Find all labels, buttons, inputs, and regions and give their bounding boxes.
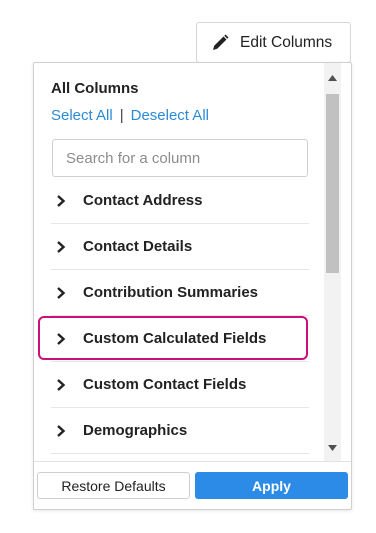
triangle-up-icon <box>328 74 337 81</box>
group-label: Custom Contact Fields <box>83 376 247 393</box>
selection-links: Select All | Deselect All <box>51 107 209 124</box>
column-search-input[interactable] <box>52 139 308 177</box>
select-all-link[interactable]: Select All <box>51 107 113 124</box>
group-contact-details[interactable]: Contact Details <box>51 224 309 270</box>
link-separator: | <box>119 107 124 124</box>
group-label: Custom Calculated Fields <box>83 330 267 347</box>
chevron-right-icon <box>57 286 66 299</box>
column-list-area: All Columns Select All | Deselect All Cont… <box>34 63 324 461</box>
group-contact-address[interactable]: Contact Address <box>51 178 309 224</box>
column-group-list: Contact Address Contact Details Contribu… <box>38 178 309 454</box>
group-label: Contact Address <box>83 192 203 209</box>
edit-columns-button[interactable]: Edit Columns <box>196 22 351 63</box>
panel-footer: Restore Defaults Apply <box>34 461 351 509</box>
scrollbar-thumb[interactable] <box>326 94 339 273</box>
pencil-icon <box>213 34 229 50</box>
group-label: Contribution Summaries <box>83 284 259 301</box>
restore-defaults-button[interactable]: Restore Defaults <box>37 472 190 499</box>
group-contribution-summaries[interactable]: Contribution Summaries <box>51 270 309 316</box>
chevron-right-icon <box>57 424 66 437</box>
triangle-down-icon <box>328 444 337 451</box>
vertical-scrollbar[interactable] <box>324 63 341 461</box>
scroll-up-button[interactable] <box>324 69 341 86</box>
scroll-down-button[interactable] <box>324 439 341 456</box>
column-chooser-panel: All Columns Select All | Deselect All Cont… <box>33 62 352 510</box>
group-label: Demographics <box>83 422 188 439</box>
chevron-right-icon <box>57 194 66 207</box>
chevron-right-icon <box>57 332 66 345</box>
apply-button[interactable]: Apply <box>195 472 348 499</box>
group-demographics[interactable]: Demographics <box>51 408 309 454</box>
deselect-all-link[interactable]: Deselect All <box>131 107 209 124</box>
chevron-right-icon <box>57 378 66 391</box>
panel-title: All Columns <box>51 80 139 97</box>
group-label: Contact Details <box>83 238 193 255</box>
chevron-right-icon <box>57 240 66 253</box>
edit-columns-label: Edit Columns <box>240 33 333 51</box>
group-custom-contact-fields[interactable]: Custom Contact Fields <box>51 362 309 408</box>
group-custom-calculated-fields[interactable]: Custom Calculated Fields <box>38 316 309 362</box>
